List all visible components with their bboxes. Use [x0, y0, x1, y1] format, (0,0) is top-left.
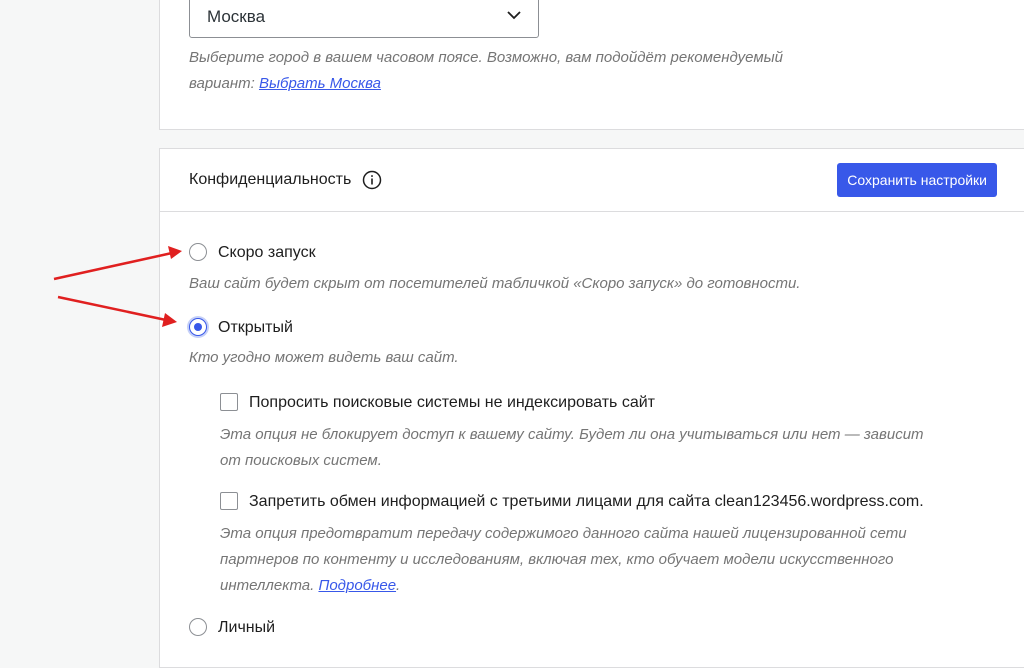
discourage-search-label[interactable]: Попросить поисковые системы не индексиро… [249, 394, 655, 412]
block-third-party-description-line1: Эта опция предотвратит передачу содержим… [220, 525, 907, 542]
learn-more-period: . [396, 577, 401, 594]
option-coming-soon-description: Ваш сайт будет скрыт от посетителей табл… [189, 275, 801, 292]
option-private-label[interactable]: Личный [218, 619, 275, 637]
annotation-arrow-public [57, 295, 167, 322]
annotation-arrow-coming-soon [53, 251, 173, 281]
option-public-description: Кто угодно может видеть ваш сайт. [189, 349, 459, 366]
block-third-party-label[interactable]: Запретить обмен информацией с третьими л… [249, 493, 924, 511]
save-settings-button[interactable]: Сохранить настройки [837, 163, 997, 197]
discourage-search-description: Эта опция не блокирует доступ к вашему с… [220, 422, 1024, 474]
privacy-card-header: Конфиденциальность Сохранить настройки [160, 149, 1024, 212]
chevron-down-icon [507, 11, 521, 20]
discourage-search-description-line2: от поисковых систем. [220, 452, 382, 469]
learn-more-link[interactable]: Подробнее [318, 577, 396, 594]
block-third-party-description-line3-wrap: интеллекта. Подробнее. [220, 573, 1024, 599]
info-icon[interactable] [362, 170, 382, 190]
checkbox-block-third-party[interactable] [220, 492, 238, 510]
option-coming-soon-label[interactable]: Скоро запуск [218, 244, 316, 262]
radio-private[interactable] [189, 618, 207, 636]
discourage-search-description-line1: Эта опция не блокирует доступ к вашему с… [220, 426, 924, 443]
checkbox-discourage-search[interactable] [220, 393, 238, 411]
block-third-party-description-line2: партнеров по контенту и исследованиям, в… [220, 551, 894, 568]
radio-coming-soon[interactable] [189, 243, 207, 261]
privacy-card: Конфиденциальность Сохранить настройки С… [159, 148, 1024, 668]
block-third-party-description-line3: интеллекта. [220, 577, 315, 594]
timezone-selected-value: Москва [207, 7, 266, 26]
block-third-party-description: Эта опция предотвратит передачу содержим… [220, 521, 1024, 599]
suggest-timezone-link[interactable]: Выбрать Москва [259, 75, 381, 92]
timezone-card: Москва Выберите город в вашем часовом по… [159, 0, 1024, 130]
timezone-help: Выберите город в вашем часовом поясе. Во… [189, 45, 849, 97]
radio-public[interactable] [189, 318, 207, 336]
option-public-label[interactable]: Открытый [218, 319, 293, 337]
privacy-title: Конфиденциальность [189, 171, 352, 188]
timezone-select[interactable]: Москва [189, 0, 539, 38]
